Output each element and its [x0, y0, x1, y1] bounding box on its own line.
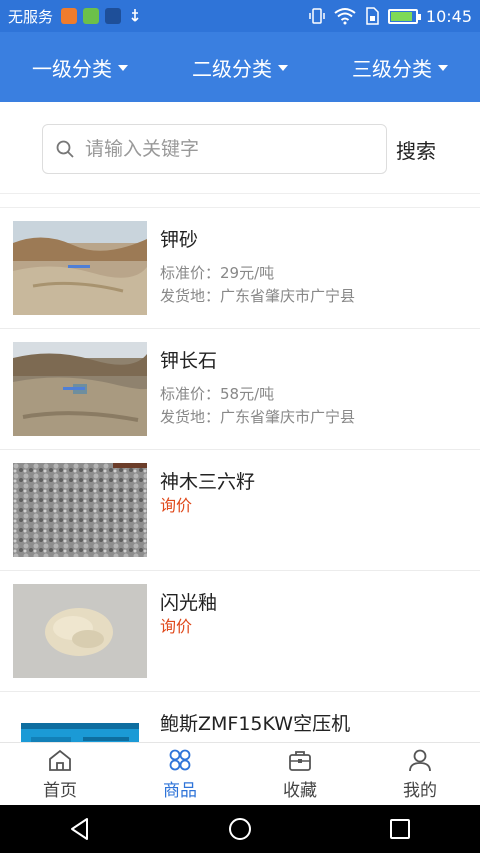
category-label: 一级分类	[32, 56, 112, 81]
uc-icon	[105, 8, 122, 24]
product-item[interactable]: 钾长石 标准价：58元/吨 发货地：广东省肇庆市广宁县	[0, 329, 480, 450]
product-origin: 发货地：广东省肇庆市广宁县	[160, 287, 356, 305]
inquire-price-label[interactable]: 询价	[160, 492, 192, 516]
tab-products[interactable]: 商品	[120, 743, 240, 805]
product-price: 标准价：29元/吨	[160, 264, 275, 282]
inquire-price-label[interactable]: 询价	[160, 613, 192, 637]
tab-label: 商品	[163, 780, 197, 801]
home-icon	[49, 749, 71, 771]
wechat-icon	[83, 8, 100, 24]
status-bar: 无服务 10:45	[0, 0, 480, 32]
caret-down-icon	[278, 65, 288, 71]
clock: 10:45	[425, 6, 472, 26]
category-level-1-dropdown[interactable]: 一级分类	[0, 32, 160, 102]
sim-icon	[364, 7, 380, 25]
product-name: 钾长石	[160, 350, 218, 372]
product-item[interactable]: 闪光釉 询价	[0, 571, 480, 692]
tab-label: 首页	[43, 780, 77, 801]
vibrate-icon	[308, 7, 326, 25]
search-input[interactable]	[85, 138, 365, 160]
briefcase-icon	[289, 750, 311, 771]
caret-down-icon	[438, 65, 448, 71]
battery-icon	[387, 8, 421, 24]
tab-profile[interactable]: 我的	[360, 743, 480, 805]
category-bar: 一级分类 二级分类 三级分类	[0, 32, 480, 102]
product-item[interactable]: 钾砂 标准价：29元/吨 发货地：广东省肇庆市广宁县	[0, 208, 480, 329]
product-price: 标准价：58元/吨	[160, 385, 275, 403]
product-list[interactable]: 钾砂 标准价：29元/吨 发货地：广东省肇庆市广宁县 钾长石 标准价：58元/吨…	[0, 207, 480, 742]
tab-home[interactable]: 首页	[0, 743, 120, 805]
product-name: 闪光釉	[160, 592, 218, 614]
grid-icon	[169, 749, 191, 770]
product-image	[13, 221, 147, 315]
product-item[interactable]: 鲍斯ZMF15KW空压机	[0, 692, 480, 742]
product-image	[13, 342, 147, 436]
back-icon[interactable]	[67, 816, 93, 842]
home-circle-icon[interactable]	[227, 816, 253, 842]
wifi-icon	[334, 7, 356, 25]
search-box[interactable]	[42, 124, 387, 174]
category-label: 二级分类	[192, 56, 272, 81]
search-bar: 搜索	[0, 102, 480, 194]
category-level-3-dropdown[interactable]: 三级分类	[320, 32, 480, 102]
category-label: 三级分类	[352, 56, 432, 81]
tab-label: 收藏	[283, 780, 317, 801]
search-button[interactable]: 搜索	[396, 135, 436, 164]
user-icon	[409, 749, 431, 771]
weibo-icon	[61, 8, 78, 24]
search-icon	[56, 140, 74, 158]
product-origin: 发货地：广东省肇庆市广宁县	[160, 408, 356, 426]
product-name: 神木三六籽	[160, 471, 256, 493]
product-image	[13, 463, 147, 557]
system-nav-bar	[0, 805, 480, 853]
carrier-label: 无服务	[8, 7, 54, 26]
product-image	[13, 584, 147, 678]
product-image	[13, 705, 147, 742]
recent-apps-icon[interactable]	[387, 816, 413, 842]
bottom-tab-bar: 首页 商品 收藏 我的	[0, 742, 480, 805]
product-name: 鲍斯ZMF15KW空压机	[160, 713, 351, 735]
category-level-2-dropdown[interactable]: 二级分类	[160, 32, 320, 102]
usb-icon	[127, 8, 143, 24]
product-name: 钾砂	[160, 229, 199, 251]
tab-favorites[interactable]: 收藏	[240, 743, 360, 805]
product-item[interactable]: 神木三六籽 询价	[0, 450, 480, 571]
caret-down-icon	[118, 65, 128, 71]
tab-label: 我的	[403, 780, 437, 801]
